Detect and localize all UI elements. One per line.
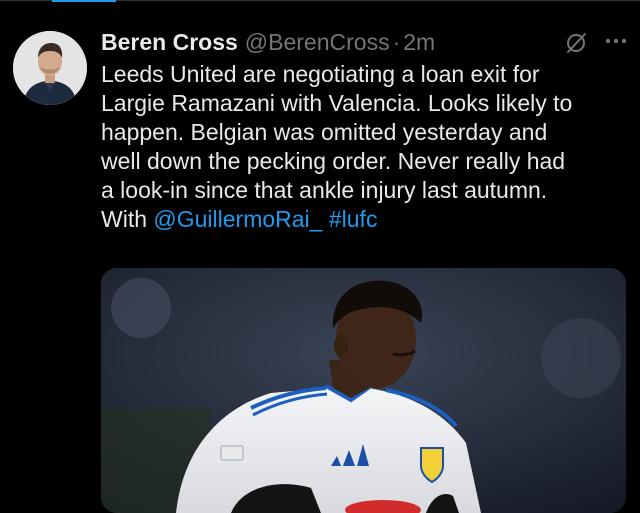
author-name[interactable]: Beren Cross — [101, 28, 238, 56]
active-tab-indicator — [52, 0, 116, 2]
hashtag-link[interactable]: #lufc — [329, 206, 378, 232]
tweet-text-line: Largie Ramazani with Valencia. Looks lik… — [101, 90, 573, 116]
tweet-text-line: a look-in since that ankle injury last a… — [101, 177, 548, 203]
header-separator: · — [392, 29, 401, 55]
timestamp[interactable]: 2m — [403, 28, 435, 56]
grok-icon[interactable] — [564, 31, 588, 55]
tweet-text-last-line: With @GuillermoRai_ #lufc — [101, 205, 631, 234]
tweet-text-line: Leeds United are negotiating a loan exit… — [101, 61, 540, 87]
last-line-prefix: With — [101, 206, 154, 232]
tweet-text-line: well down the pecking order. Never reall… — [101, 148, 566, 174]
player-photo — [101, 268, 626, 513]
avatar[interactable] — [13, 31, 87, 105]
tweet-media-image[interactable] — [101, 268, 626, 513]
avatar-photo — [13, 31, 87, 105]
mention-link[interactable]: @GuillermoRai_ — [153, 206, 322, 232]
more-icon[interactable] — [602, 29, 630, 53]
tweet-text: Leeds United are negotiating a loan exit… — [101, 60, 631, 234]
tweet-header: Beren Cross @BerenCross · 2m — [101, 28, 435, 56]
tweet-text-line: happen. Belgian was omitted yesterday an… — [101, 119, 548, 145]
author-handle[interactable]: @BerenCross — [245, 28, 390, 56]
